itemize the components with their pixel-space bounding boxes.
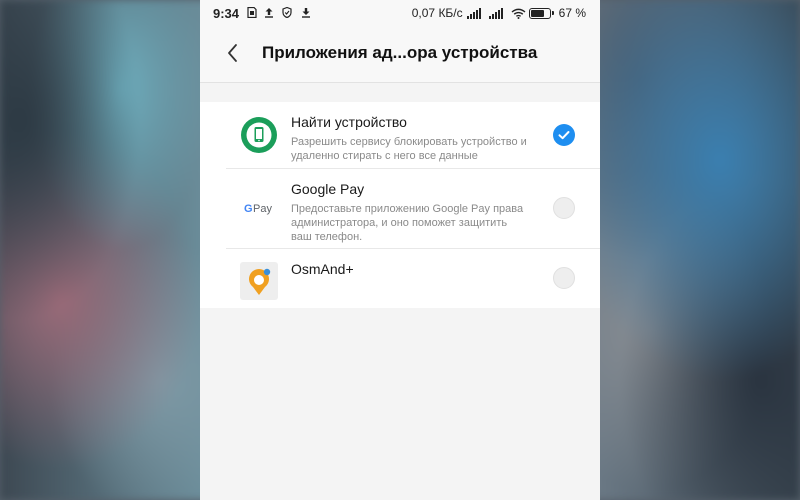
enabled-checkbox[interactable]	[553, 197, 575, 219]
app-name: Найти устройство	[291, 114, 407, 130]
device-admin-app-list: Найти устройство Разрешить сервису блоки…	[200, 102, 600, 308]
app-header: Приложения ад...ора устройства	[200, 26, 600, 83]
signal-icon	[466, 7, 482, 19]
osmand-icon	[240, 262, 278, 300]
app-name: OsmAnd+	[291, 261, 354, 277]
checkmark-icon	[558, 131, 570, 140]
battery-icon	[528, 7, 554, 19]
signal-icon	[488, 7, 504, 19]
list-item-text: OsmAnd+	[291, 260, 530, 278]
status-time: 9:34	[213, 6, 240, 21]
wifi-icon	[511, 8, 526, 19]
shield-icon	[282, 7, 292, 18]
app-description: Разрешить сервису блокировать устройство…	[291, 136, 527, 162]
list-item-osmand[interactable]: OsmAnd+	[200, 248, 600, 308]
download-icon	[302, 8, 310, 18]
list-item-google-pay[interactable]: G Pay Google Pay Предоставьте приложению…	[200, 168, 600, 248]
status-right-group: 0,07 КБ/с 67 %	[412, 6, 586, 20]
upload-icon	[265, 8, 273, 18]
back-arrow-icon[interactable]	[220, 39, 248, 67]
find-device-icon	[241, 117, 277, 153]
app-description: Предоставьте приложению Google Pay права…	[291, 203, 524, 243]
svg-text:G: G	[244, 203, 253, 215]
enabled-checkbox[interactable]	[553, 124, 575, 146]
sim-icon	[247, 7, 257, 18]
enabled-checkbox[interactable]	[553, 267, 575, 289]
network-speed: 0,07 КБ/с	[411, 6, 463, 20]
google-pay-icon: G Pay	[244, 203, 272, 215]
phone-screen: 9:34 0,07 КБ/с 67 % Приложения ад...ора …	[200, 0, 600, 500]
svg-text:Pay: Pay	[253, 203, 272, 215]
page-title: Приложения ад...ора устройства	[262, 43, 538, 62]
list-item-find-device[interactable]: Найти устройство Разрешить сервису блоки…	[200, 102, 600, 168]
list-item-text: Найти устройство Разрешить сервису блоки…	[291, 113, 530, 163]
status-bar: 9:34 0,07 КБ/с 67 %	[200, 0, 600, 26]
list-item-text: Google Pay Предоставьте приложению Googl…	[291, 180, 530, 244]
battery-percent: 67 %	[558, 6, 586, 20]
app-name: Google Pay	[291, 181, 365, 197]
